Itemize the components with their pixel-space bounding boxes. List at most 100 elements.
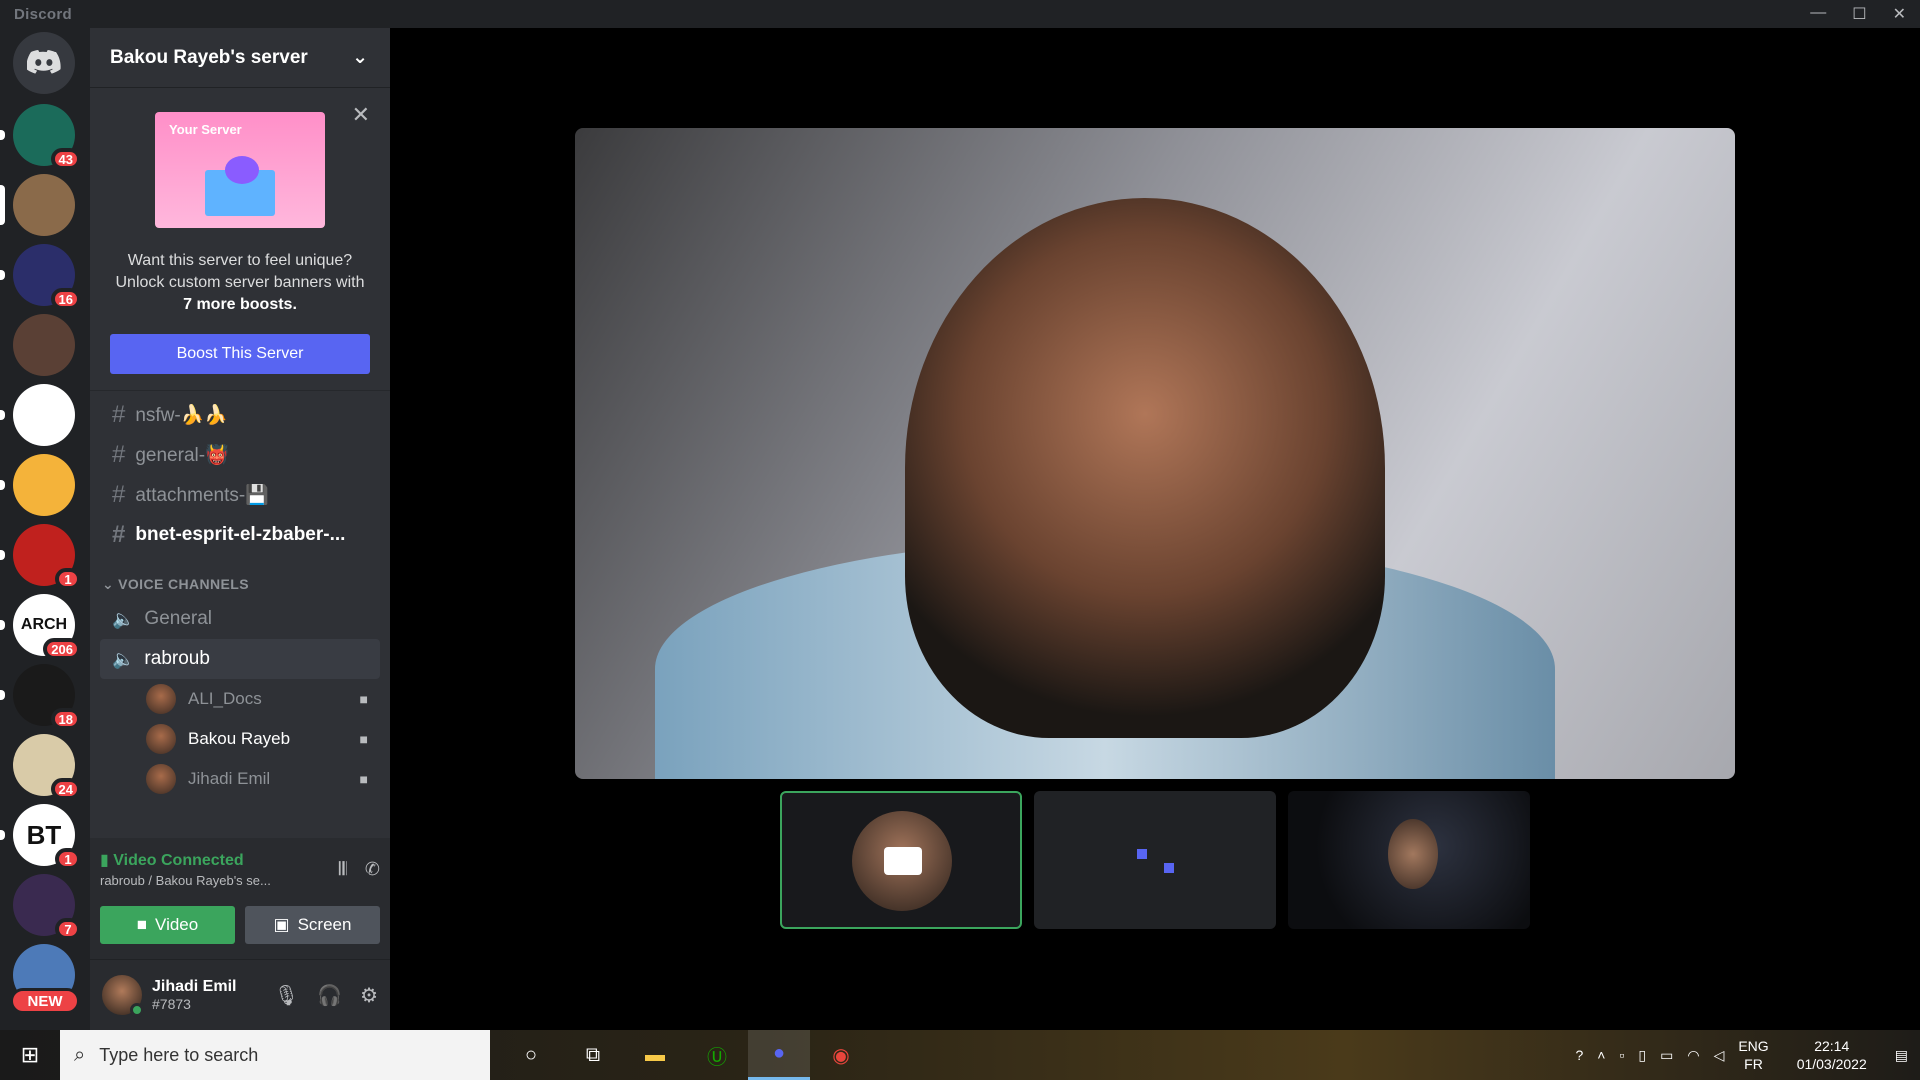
server-icon[interactable] xyxy=(13,384,75,446)
voice-category-label: VOICE CHANNELS xyxy=(118,576,249,592)
camera-tray-icon[interactable]: ▫ xyxy=(1619,1047,1624,1063)
language-primary: ENG xyxy=(1738,1038,1769,1054)
mascot-shape xyxy=(225,156,259,184)
text-channel[interactable]: # general-👹 xyxy=(100,435,380,475)
unread-pill xyxy=(0,185,5,225)
online-status-icon xyxy=(130,1003,144,1017)
title-bar: Discord — ☐ ✕ xyxy=(0,0,1920,28)
channel-label: attachments-💾 xyxy=(135,485,269,506)
discord-logo-icon xyxy=(27,50,61,74)
window-controls: — ☐ ✕ xyxy=(1810,4,1906,24)
voice-connection-panel: ▮ Video Connected rabroub / Bakou Rayeb'… xyxy=(90,838,390,960)
channel-list: # nsfw-🍌🍌 # general-👹 # attachments-💾 # bnet-es… xyxy=(90,391,390,803)
server-icon[interactable]: 7 xyxy=(13,874,81,940)
main-video-feed[interactable] xyxy=(575,128,1735,779)
user-tag: #7873 xyxy=(152,996,191,1012)
unread-pill xyxy=(0,620,5,630)
server-icon[interactable]: 1 xyxy=(13,524,81,590)
task-view-icon[interactable]: ⧉ xyxy=(562,1030,624,1080)
server-icon[interactable] xyxy=(13,314,75,376)
video-button[interactable]: ■ Video xyxy=(100,906,235,944)
voice-channel-rabroub[interactable]: 🔈 rabroub xyxy=(100,639,380,679)
voice-user[interactable]: Jihadi Emil ■ xyxy=(100,759,380,799)
voice-user[interactable]: Bakou Rayeb ■ xyxy=(100,719,380,759)
connection-status[interactable]: ▮ Video Connected xyxy=(100,850,271,870)
server-header[interactable]: Bakou Rayeb's server ⌄ xyxy=(90,28,390,88)
upwork-icon[interactable]: Ⓤ xyxy=(686,1030,748,1080)
home-button[interactable] xyxy=(13,32,75,94)
server-icon[interactable]: ARCH 206 xyxy=(13,594,81,660)
disconnect-icon[interactable]: ✆ xyxy=(365,859,380,880)
cortana-icon[interactable]: ○ xyxy=(500,1030,562,1080)
language-secondary: FR xyxy=(1744,1056,1763,1072)
hash-icon: # xyxy=(112,401,126,428)
voice-user-name: ALI_Docs xyxy=(188,689,262,708)
new-badge: NEW xyxy=(10,988,80,1014)
microphone-icon[interactable]: 🎙 xyxy=(274,983,299,1008)
unread-pill xyxy=(0,410,5,420)
camera-icon: ■ xyxy=(359,691,368,707)
banner-title: Your Server xyxy=(169,122,242,137)
voice-category[interactable]: ⌄ VOICE CHANNELS xyxy=(100,569,380,599)
banner-illustration: Your Server xyxy=(155,112,325,228)
file-explorer-icon[interactable]: ▬ xyxy=(624,1030,686,1080)
volume-icon[interactable]: ◁ xyxy=(1714,1047,1725,1064)
gear-icon[interactable]: ⚙ xyxy=(360,983,378,1008)
avatar[interactable] xyxy=(102,975,144,1017)
taskbar-search[interactable]: ⌕ Type here to search xyxy=(60,1030,490,1080)
participant-tile[interactable] xyxy=(780,791,1022,929)
noise-suppression-icon[interactable]: 𝄃𝄃 xyxy=(339,859,347,880)
server-name: Bakou Rayeb's server xyxy=(110,46,308,68)
voice-channel-label: rabroub xyxy=(144,648,210,669)
text-channel[interactable]: # bnet-esprit-el-zbaber-... xyxy=(100,515,380,555)
boost-text: Want this server to feel unique? Unlock … xyxy=(110,250,370,316)
headphones-icon[interactable]: 🎧 xyxy=(317,983,342,1008)
screen-share-button[interactable]: ▣ Screen xyxy=(245,906,380,944)
voice-user-name: Jihadi Emil xyxy=(188,769,271,788)
participant-tile[interactable] xyxy=(1288,791,1530,929)
server-icon[interactable] xyxy=(13,454,75,516)
minimize-icon[interactable]: — xyxy=(1810,4,1826,24)
boost-server-button[interactable]: Boost This Server xyxy=(110,334,370,374)
server-icon[interactable]: 18 xyxy=(13,664,81,730)
mention-badge: 1 xyxy=(55,568,81,590)
clock[interactable]: 22:14 01/03/2022 xyxy=(1797,1037,1867,1073)
notifications-icon[interactable]: ▤ xyxy=(1895,1047,1908,1064)
participant-tile[interactable] xyxy=(1034,791,1276,929)
server-icon[interactable] xyxy=(13,174,75,236)
camera-icon: ■ xyxy=(359,731,368,747)
unread-pill xyxy=(0,480,5,490)
voice-channel-general[interactable]: 🔈 General xyxy=(100,599,380,639)
mention-badge: 206 xyxy=(43,638,81,660)
hash-icon: # xyxy=(112,441,126,468)
avatar xyxy=(146,764,176,794)
voice-user[interactable]: ALI_Docs ■ xyxy=(100,679,380,719)
camera-icon: ■ xyxy=(136,915,148,934)
battery-icon[interactable]: ▭ xyxy=(1660,1047,1673,1064)
boost-line2: Unlock custom server banners with xyxy=(115,274,365,291)
user-panel: Jihadi Emil #7873 🎙 🎧 ⚙ xyxy=(90,960,390,1030)
unread-pill xyxy=(0,830,5,840)
speaker-icon: 🔈 xyxy=(112,648,135,669)
boost-line1: Want this server to feel unique? xyxy=(127,252,353,269)
microphone-tray-icon[interactable]: ▯ xyxy=(1638,1047,1646,1064)
server-icon[interactable]: BT 1 xyxy=(13,804,81,870)
chrome-icon[interactable]: ◉ xyxy=(810,1030,872,1080)
wifi-icon[interactable]: ◠ xyxy=(1687,1047,1699,1064)
app-title: Discord xyxy=(14,5,72,23)
text-channel[interactable]: # nsfw-🍌🍌 xyxy=(100,395,380,435)
chevron-up-icon[interactable]: ˄ xyxy=(1597,1047,1605,1063)
server-icon[interactable]: 43 xyxy=(13,104,81,170)
help-icon[interactable]: ? xyxy=(1575,1047,1583,1063)
loading-icon xyxy=(1137,849,1147,859)
maximize-icon[interactable]: ☐ xyxy=(1852,4,1866,24)
server-icon[interactable]: 24 xyxy=(13,734,81,800)
windows-start-icon[interactable]: ⊞ xyxy=(0,1030,60,1080)
discord-taskbar-icon[interactable]: ● xyxy=(748,1030,810,1080)
language-indicator[interactable]: ENG FR xyxy=(1738,1037,1768,1073)
server-icon[interactable]: 16 xyxy=(13,244,81,310)
mention-badge: 7 xyxy=(55,918,81,940)
close-icon[interactable]: ✕ xyxy=(352,102,370,128)
text-channel[interactable]: # attachments-💾 xyxy=(100,475,380,515)
close-window-icon[interactable]: ✕ xyxy=(1893,4,1906,24)
